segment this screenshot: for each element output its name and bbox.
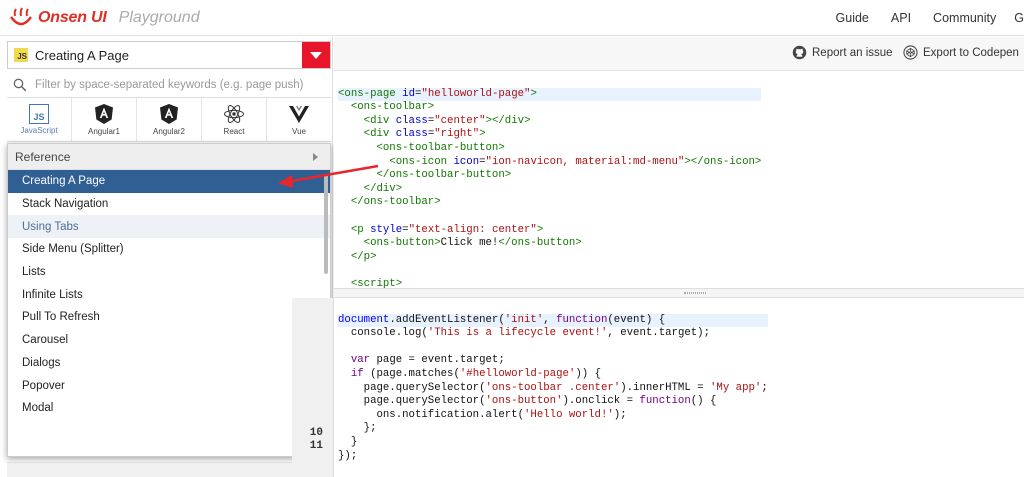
menu-item-pull-to-refresh[interactable]: Pull To Refresh: [8, 306, 330, 329]
splitter-grip-icon: [684, 292, 706, 294]
menu-item-modal[interactable]: Modal: [8, 397, 330, 420]
menu-item-stack-navigation[interactable]: Stack Navigation: [8, 193, 330, 216]
line-number: 11: [309, 440, 323, 452]
brand-name: Onsen UI: [38, 9, 107, 26]
menu-item-side-menu[interactable]: Side Menu (Splitter): [8, 238, 330, 261]
tab-label: JavaScript: [20, 126, 58, 135]
html-code-editor[interactable]: <ons-page id="helloworld-page"> <ons-too…: [334, 72, 1024, 288]
tab-label: React: [223, 127, 245, 136]
menu-item-infinite-lists[interactable]: Infinite Lists: [8, 283, 330, 306]
onsen-logo-icon: [10, 7, 32, 26]
tab-angular2[interactable]: Angular2: [137, 98, 202, 141]
js-code: document.addEventListener('init', functi…: [338, 313, 768, 462]
editor-splitter[interactable]: [334, 288, 1024, 298]
codepen-icon: [903, 45, 918, 60]
tab-angular1[interactable]: Angular1: [72, 98, 137, 141]
menu-item-lists[interactable]: Lists: [8, 261, 330, 284]
nav-link-github[interactable]: G: [1014, 11, 1024, 25]
framework-tabs: JS JavaScript Angular1 Angular2 React Vu…: [7, 97, 331, 142]
tab-javascript[interactable]: JS JavaScript: [7, 98, 72, 141]
nav-link-api[interactable]: API: [891, 11, 911, 25]
menu-item-dialogs[interactable]: Dialogs: [8, 352, 330, 375]
js-code-editor[interactable]: document.addEventListener('init', functi…: [334, 298, 1024, 477]
tab-vue[interactable]: Vue: [267, 98, 331, 141]
search-input[interactable]: [35, 79, 325, 91]
github-icon: [792, 45, 807, 60]
tab-label: Vue: [292, 127, 306, 136]
javascript-icon: JS: [29, 104, 49, 124]
html-code: <ons-page id="helloworld-page"> <ons-too…: [338, 87, 762, 288]
menu-item-using-tabs[interactable]: Using Tabs: [8, 215, 330, 239]
search-icon: [13, 78, 27, 92]
editor-toolbar: Report an issue Export to Codepen: [334, 37, 1024, 71]
tab-label: Angular1: [87, 127, 121, 136]
menu-item-popover[interactable]: Popover: [8, 374, 330, 397]
angular2-icon: [160, 104, 178, 124]
line-number: 10: [309, 427, 323, 439]
tab-react[interactable]: React: [202, 98, 267, 141]
left-panel: JS Creating A Page JS JavaScript Angular…: [0, 37, 333, 477]
vue-icon: [289, 106, 309, 123]
report-issue-label: Report an issue: [812, 46, 893, 59]
tab-label: Angular2: [152, 127, 186, 136]
menu-item-carousel[interactable]: Carousel: [8, 329, 330, 352]
line-number-gutter: 10 11: [292, 298, 334, 477]
brand-subtitle: Playground: [118, 9, 200, 26]
nav-links: Guide API Community G: [814, 0, 1024, 36]
chevron-down-icon[interactable]: [302, 42, 330, 68]
export-codepen-label: Export to Codepen: [923, 46, 1019, 59]
brand[interactable]: Onsen UI Playground: [8, 7, 200, 29]
js-badge-icon: JS: [14, 48, 28, 62]
report-issue-button[interactable]: Report an issue: [792, 45, 893, 60]
annotation-arrow-icon: [278, 164, 379, 188]
angular1-icon: [95, 104, 113, 124]
sample-select[interactable]: JS Creating A Page: [7, 41, 331, 69]
menu-header-label: Reference: [15, 149, 71, 164]
nav-link-community[interactable]: Community: [933, 11, 996, 25]
react-icon: [224, 105, 244, 123]
search-row: [7, 73, 331, 97]
left-bottom-area: [7, 462, 331, 477]
sample-select-value: Creating A Page: [35, 47, 129, 63]
nav-link-guide[interactable]: Guide: [836, 11, 869, 25]
top-navbar: Onsen UI Playground Guide API Community …: [0, 0, 1024, 36]
export-codepen-button[interactable]: Export to Codepen: [903, 45, 1019, 60]
